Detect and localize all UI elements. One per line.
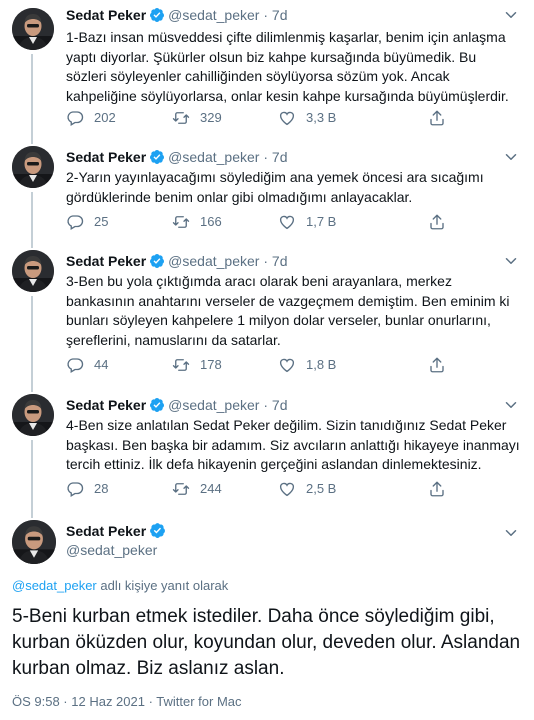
reply-button[interactable]: 28 xyxy=(66,479,108,499)
reply-button[interactable]: 25 xyxy=(66,212,108,232)
reply-button[interactable]: 202 xyxy=(66,108,116,128)
tweet-time[interactable]: 7d xyxy=(272,7,288,23)
author-handle[interactable]: @sedat_peker xyxy=(168,397,259,413)
tweet-text: 2-Yarın yayınlayacağımı söylediğim ana y… xyxy=(66,169,484,205)
author-name-row: Sedat Peker xyxy=(66,522,169,539)
separator-dot: · xyxy=(259,7,272,23)
separator-dot: · xyxy=(259,253,272,269)
retweet-icon xyxy=(172,213,190,231)
retweet-button[interactable]: 329 xyxy=(172,108,222,128)
tweet-text: 1-Bazı insan müsveddesi çifte dilimlenmi… xyxy=(66,29,509,104)
retweet-count: 244 xyxy=(200,481,222,496)
share-icon xyxy=(428,213,446,231)
tweet-text: 4-Ben size anlatılan Sedat Peker değilim… xyxy=(66,417,520,472)
avatar[interactable] xyxy=(12,394,54,436)
share-icon xyxy=(428,109,446,127)
share-button[interactable] xyxy=(428,355,456,375)
retweet-button[interactable]: 178 xyxy=(172,355,222,375)
author-handle[interactable]: @sedat_peker xyxy=(168,149,259,165)
retweet-button[interactable]: 244 xyxy=(172,479,222,499)
reply-to-suffix: adlı kişiye yanıt olarak xyxy=(96,578,229,593)
separator-dot: · xyxy=(259,397,272,413)
retweet-icon xyxy=(172,109,190,127)
avatar[interactable] xyxy=(12,250,54,292)
avatar[interactable] xyxy=(12,146,54,188)
reply-count: 25 xyxy=(94,214,109,229)
chevron-down-icon[interactable] xyxy=(502,6,520,24)
thread-connector xyxy=(31,54,33,144)
share-icon xyxy=(428,356,446,374)
heart-icon xyxy=(278,480,296,498)
verified-badge-icon xyxy=(149,253,165,269)
verified-badge-icon xyxy=(149,149,165,165)
author-handle[interactable]: @sedat_peker xyxy=(168,7,259,23)
chevron-down-icon[interactable] xyxy=(502,252,520,270)
tweet-time[interactable]: 7d xyxy=(272,397,288,413)
chevron-down-icon[interactable] xyxy=(502,396,520,414)
reply-icon xyxy=(66,480,84,498)
verified-badge-icon xyxy=(149,7,165,23)
chevron-down-icon[interactable] xyxy=(502,524,520,542)
author-name[interactable]: Sedat Peker xyxy=(66,7,146,23)
thread-connector xyxy=(31,440,33,518)
share-button[interactable] xyxy=(428,212,456,232)
like-count: 1,7 B xyxy=(306,214,337,229)
like-count: 1,8 B xyxy=(306,357,337,372)
verified-badge-icon xyxy=(149,397,165,413)
tweet-meta[interactable]: ÖS 9:58 · 12 Haz 2021 · Twitter for Mac xyxy=(12,694,242,709)
avatar[interactable] xyxy=(12,520,56,564)
retweet-button[interactable]: 166 xyxy=(172,212,222,232)
author-handle[interactable]: @sedat_peker xyxy=(168,253,259,269)
retweet-icon xyxy=(172,356,190,374)
like-button[interactable]: 3,3 B xyxy=(278,108,336,128)
tweet-text: 3-Ben bu yola çıktığımda aracı olarak be… xyxy=(66,273,510,348)
chevron-down-icon[interactable] xyxy=(502,148,520,166)
reply-icon xyxy=(66,213,84,231)
reply-icon xyxy=(66,109,84,127)
share-button[interactable] xyxy=(428,108,456,128)
separator-dot: · xyxy=(259,149,272,165)
like-count: 3,3 B xyxy=(306,110,337,125)
reply-button[interactable]: 44 xyxy=(66,355,108,375)
author-name[interactable]: Sedat Peker xyxy=(66,253,146,269)
retweet-icon xyxy=(172,480,190,498)
author-name[interactable]: Sedat Peker xyxy=(66,523,146,539)
verified-badge-icon xyxy=(149,522,166,539)
avatar[interactable] xyxy=(12,8,54,50)
tweet-actions: 44 178 1,8 B xyxy=(66,355,486,375)
like-button[interactable]: 1,8 B xyxy=(278,355,336,375)
thread-connector xyxy=(31,296,33,392)
reply-count: 44 xyxy=(94,357,109,372)
tweet-actions: 202 329 3,3 B xyxy=(66,108,486,128)
retweet-count: 178 xyxy=(200,357,222,372)
reply-to-handle-link[interactable]: @sedat_peker xyxy=(12,578,97,593)
tweet-actions: 28 244 2,5 B xyxy=(66,479,486,499)
author-handle[interactable]: @sedat_peker xyxy=(66,542,157,558)
share-icon xyxy=(428,480,446,498)
like-button[interactable]: 1,7 B xyxy=(278,212,336,232)
main-tweet-text: 5-Beni kurban etmek istediler. Daha önce… xyxy=(12,606,521,679)
like-count: 2,5 B xyxy=(306,481,337,496)
reply-icon xyxy=(66,356,84,374)
reply-count: 28 xyxy=(94,481,109,496)
thread-connector xyxy=(31,192,33,248)
heart-icon xyxy=(278,356,296,374)
heart-icon xyxy=(278,109,296,127)
tweet-time[interactable]: 7d xyxy=(272,253,288,269)
heart-icon xyxy=(278,213,296,231)
replying-to: @sedat_peker adlı kişiye yanıt olarak xyxy=(12,578,228,593)
retweet-count: 166 xyxy=(200,214,222,229)
share-button[interactable] xyxy=(428,479,456,499)
author-name[interactable]: Sedat Peker xyxy=(66,149,146,165)
reply-count: 202 xyxy=(94,110,116,125)
like-button[interactable]: 2,5 B xyxy=(278,479,336,499)
retweet-count: 329 xyxy=(200,110,222,125)
author-name[interactable]: Sedat Peker xyxy=(66,397,146,413)
tweet-actions: 25 166 1,7 B xyxy=(66,212,486,232)
tweet-time[interactable]: 7d xyxy=(272,149,288,165)
